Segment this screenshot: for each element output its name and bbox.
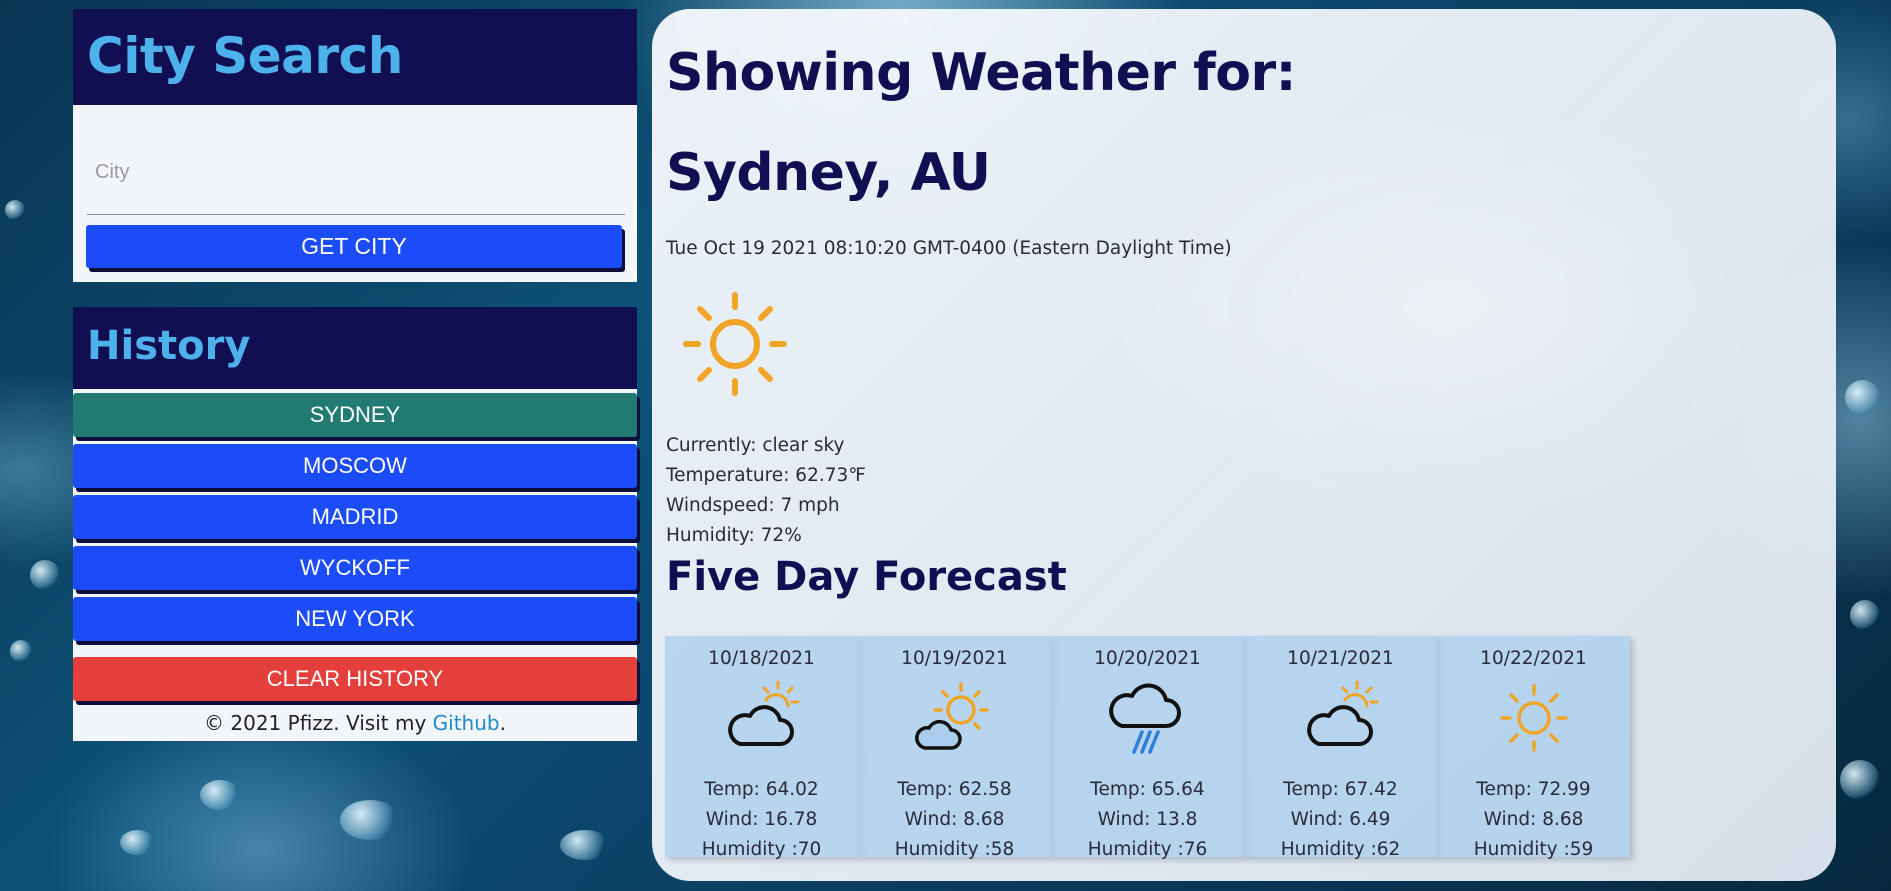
forecast-card: 10/18/2021 Temp: 64.02 Wind: 16.78 Humid… xyxy=(665,636,858,860)
city-search-panel: City Search GET CITY xyxy=(73,9,637,282)
forecast-card: 10/20/2021 Temp: 65.64 Wind: 13.8 Humidi… xyxy=(1051,636,1244,860)
history-item-moscow[interactable]: MOSCOW xyxy=(73,444,637,488)
forecast-humidity: Humidity :62 xyxy=(1280,839,1401,860)
footer-text: © 2021 Pfizz. Visit my xyxy=(204,711,433,735)
cloud-sun-icon xyxy=(1306,680,1378,746)
forecast-title: Five Day Forecast xyxy=(666,554,1067,600)
footer-suffix: . xyxy=(499,711,506,735)
forecast-date: 10/19/2021 xyxy=(901,648,1008,669)
forecast-wind: Wind: 13.8 xyxy=(1097,809,1198,830)
forecast-temp: Temp: 72.99 xyxy=(1476,779,1591,800)
forecast-temp: Temp: 62.58 xyxy=(897,779,1012,800)
forecast-temp: Temp: 64.02 xyxy=(704,779,819,800)
sun-cloud-icon xyxy=(914,682,989,750)
city-name: Sydney, AU xyxy=(666,143,991,203)
forecast-wind: Wind: 6.49 xyxy=(1290,809,1391,830)
history-title: History xyxy=(73,307,637,389)
clear-history-button[interactable]: CLEAR HISTORY xyxy=(73,657,637,701)
forecast-humidity: Humidity :70 xyxy=(701,839,822,860)
history-panel: History SYDNEY MOSCOW MADRID WYCKOFF NEW… xyxy=(73,307,637,741)
forecast-humidity: Humidity :76 xyxy=(1087,839,1208,860)
history-item-wyckoff[interactable]: WYCKOFF xyxy=(73,546,637,590)
current-temperature: Temperature: 62.73℉ xyxy=(666,465,866,486)
forecast-row: 10/18/2021 Temp: 64.02 Wind: 16.78 Humid… xyxy=(665,636,1630,860)
forecast-wind: Wind: 16.78 xyxy=(705,809,818,830)
footer: © 2021 Pfizz. Visit my Github. xyxy=(73,711,637,735)
forecast-card: 10/22/2021 Temp: 72.99 Wind: 8.68 Humidi… xyxy=(1437,636,1630,860)
forecast-date: 10/21/2021 xyxy=(1287,648,1394,669)
history-item-sydney[interactable]: SYDNEY xyxy=(73,393,637,437)
forecast-date: 10/18/2021 xyxy=(708,648,815,669)
forecast-wind: Wind: 8.68 xyxy=(904,809,1005,830)
cloud-sun-icon xyxy=(727,680,799,746)
history-item-new-york[interactable]: NEW YORK xyxy=(73,597,637,641)
github-link[interactable]: Github xyxy=(433,711,500,735)
forecast-date: 10/22/2021 xyxy=(1480,648,1587,669)
sun-icon xyxy=(1499,684,1568,752)
rain-icon xyxy=(1108,683,1181,754)
forecast-temp: Temp: 67.42 xyxy=(1283,779,1398,800)
city-input[interactable] xyxy=(87,119,625,215)
forecast-humidity: Humidity :59 xyxy=(1473,839,1594,860)
current-datetime: Tue Oct 19 2021 08:10:20 GMT-0400 (Easte… xyxy=(666,238,1232,259)
forecast-card: 10/19/2021 Temp: 62.58 Wind: 8.68 Humidi… xyxy=(858,636,1051,860)
weather-card: Showing Weather for: Sydney, AU Tue Oct … xyxy=(652,9,1836,881)
page-title: Showing Weather for: xyxy=(666,43,1296,103)
forecast-card: 10/21/2021 Temp: 67.42 Wind: 6.49 Humidi… xyxy=(1244,636,1437,860)
forecast-temp: Temp: 65.64 xyxy=(1090,779,1205,800)
get-city-button[interactable]: GET CITY xyxy=(86,225,622,268)
history-list: SYDNEY MOSCOW MADRID WYCKOFF NEW YORK xyxy=(73,393,637,648)
history-item-madrid[interactable]: MADRID xyxy=(73,495,637,539)
forecast-humidity: Humidity :58 xyxy=(894,839,1015,860)
forecast-wind: Wind: 8.68 xyxy=(1483,809,1584,830)
current-humidity: Humidity: 72% xyxy=(666,525,802,546)
forecast-date: 10/20/2021 xyxy=(1094,648,1201,669)
sun-icon xyxy=(683,292,787,396)
current-windspeed: Windspeed: 7 mph xyxy=(666,495,840,516)
city-search-title: City Search xyxy=(73,9,637,105)
current-description: Currently: clear sky xyxy=(666,435,845,456)
